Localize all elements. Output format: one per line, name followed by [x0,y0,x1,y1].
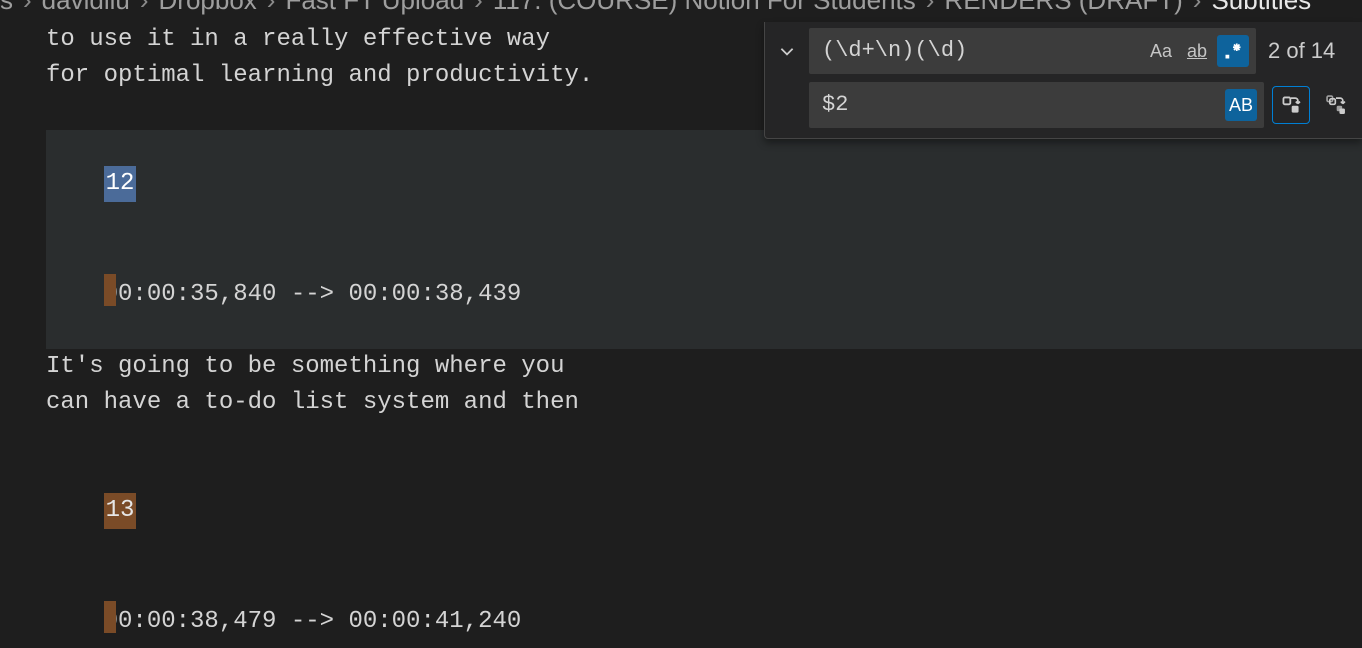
subtitle-number: 12 [46,130,1362,238]
match-edge [104,601,116,633]
chevron-down-icon [778,42,796,60]
regex-icon [1223,41,1243,61]
subtitle-timecode: 00:00:38,479 --> 00:00:41,240 [46,565,1362,648]
chevron-right-icon: › [23,0,32,18]
match-highlight-selected: 12 [104,166,137,202]
find-replace-panel: (\d+\n)(\d) Aa ab 2 of 14 $2 AB [764,22,1362,139]
replace-one-button[interactable] [1272,86,1310,124]
search-input-value: (\d+\n)(\d) [822,33,1141,69]
breadcrumb-item[interactable]: Dropbox [159,0,257,18]
subtitle-timecode: 00:00:35,840 --> 00:00:38,439 [46,238,1362,349]
toggle-replace-expander[interactable] [773,29,801,73]
replace-one-icon [1280,94,1302,116]
breadcrumb[interactable]: s › davidliu › Dropbox › Fast FT Upload … [0,0,1362,22]
chevron-right-icon: › [140,0,149,18]
breadcrumb-item[interactable]: 117. (COURSE) Notion For Students [493,0,916,18]
subtitle-text: can have a to-do list system and then [46,385,1362,421]
expander-spacer [773,83,801,127]
search-input[interactable]: (\d+\n)(\d) Aa ab [809,28,1256,74]
results-count: 2 of 14 [1264,33,1354,69]
breadcrumb-item[interactable]: Subtitles [1211,0,1311,18]
breadcrumb-item[interactable]: Fast FT Upload [285,0,464,18]
chevron-right-icon: › [926,0,935,18]
subtitle-number: 13 [46,457,1362,565]
breadcrumb-item[interactable]: davidliu [42,0,130,18]
replace-all-icon [1325,94,1347,116]
breadcrumb-item[interactable]: RENDERS (DRAFT) [944,0,1182,18]
replace-input[interactable]: $2 AB [809,82,1264,128]
subtitle-text: It's going to be something where you [46,349,1362,385]
regex-toggle[interactable] [1217,35,1249,67]
match-highlight: 13 [104,493,137,529]
breadcrumb-item[interactable]: s [0,0,13,18]
replace-all-button[interactable] [1318,87,1354,123]
match-edge [104,274,116,306]
match-case-toggle[interactable]: Aa [1145,35,1177,67]
chevron-right-icon: › [474,0,483,18]
chevron-right-icon: › [267,0,276,18]
chevron-right-icon: › [1193,0,1202,18]
whole-word-toggle[interactable]: ab [1181,35,1213,67]
preserve-case-toggle[interactable]: AB [1225,89,1257,121]
blank-line [46,421,1362,457]
replace-input-value: $2 [822,87,1221,123]
